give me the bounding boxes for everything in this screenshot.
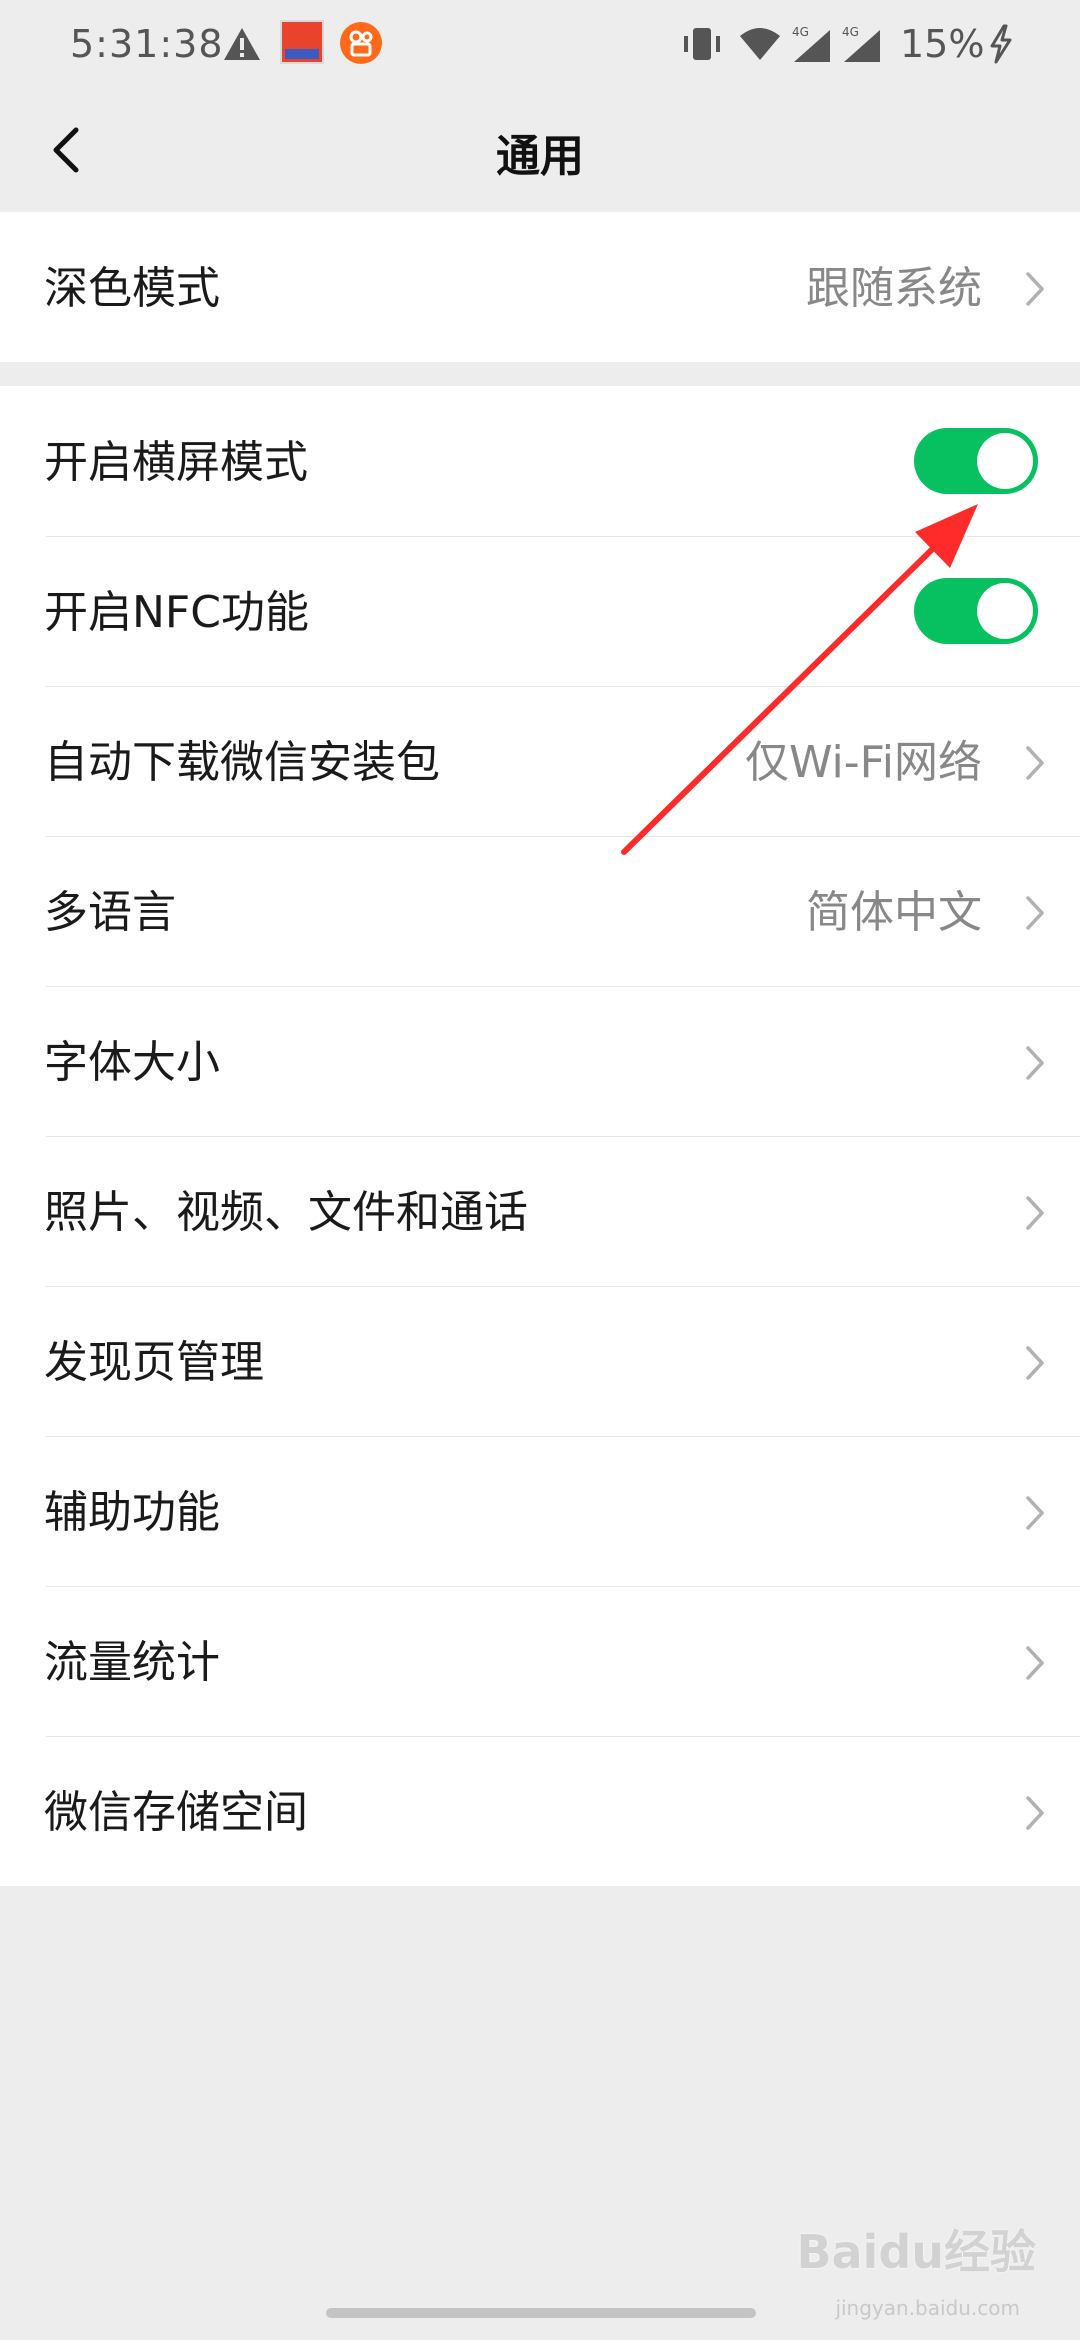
chevron-right-icon <box>1026 272 1044 306</box>
setting-row-accessibility[interactable]: 辅助功能 <box>0 1436 1080 1586</box>
setting-label: 深色模式 <box>44 263 220 314</box>
setting-row-dark-mode[interactable]: 深色模式 跟随系统 <box>0 212 1080 362</box>
settings-group-general: 开启横屏模式 开启NFC功能 自动下载微信安装包 仅Wi-Fi网络 多语言 简体… <box>0 386 1080 1886</box>
nav-bar: 通用 <box>0 92 1080 208</box>
setting-row-nfc: 开启NFC功能 <box>0 536 1080 686</box>
setting-row-storage[interactable]: 微信存储空间 <box>0 1736 1080 1886</box>
setting-row-auto-download[interactable]: 自动下载微信安装包 仅Wi-Fi网络 <box>0 686 1080 836</box>
status-time: 5:31:38 <box>70 22 224 66</box>
chevron-right-icon <box>1026 1196 1044 1230</box>
toggle-knob <box>977 433 1033 489</box>
settings-group-appearance: 深色模式 跟随系统 <box>0 212 1080 362</box>
battery-level: 15% <box>900 22 985 66</box>
setting-row-data-usage[interactable]: 流量统计 <box>0 1586 1080 1736</box>
chevron-right-icon <box>1026 896 1044 930</box>
charging-icon <box>990 24 1012 64</box>
setting-label: 多语言 <box>44 887 176 938</box>
status-bar: 5:31:38 4G 4G 15% <box>0 0 1080 92</box>
chevron-right-icon <box>1026 746 1044 780</box>
setting-label: 辅助功能 <box>44 1487 220 1538</box>
setting-value: 跟随系统 <box>806 263 982 314</box>
landscape-mode-toggle[interactable] <box>914 428 1038 494</box>
setting-label: 微信存储空间 <box>44 1787 308 1838</box>
setting-label: 流量统计 <box>44 1637 220 1688</box>
chevron-right-icon <box>1026 1046 1044 1080</box>
chevron-right-icon <box>1026 1646 1044 1680</box>
setting-label: 开启横屏模式 <box>44 437 308 488</box>
setting-value: 简体中文 <box>806 887 982 938</box>
network-label: 4G <box>842 25 859 39</box>
setting-label: 字体大小 <box>44 1037 220 1088</box>
setting-row-landscape-mode: 开启横屏模式 <box>0 386 1080 536</box>
setting-row-language[interactable]: 多语言 简体中文 <box>0 836 1080 986</box>
setting-row-media-calls[interactable]: 照片、视频、文件和通话 <box>0 1136 1080 1286</box>
network-label: 4G <box>792 25 809 39</box>
kuaishou-icon <box>340 22 382 64</box>
chevron-right-icon <box>1026 1346 1044 1380</box>
signal-icon: 4G <box>792 25 830 62</box>
warning-icon <box>224 28 260 60</box>
watermark-logo: Baidu经验 <box>796 2225 1036 2279</box>
wifi-icon <box>740 28 780 60</box>
home-indicator[interactable] <box>326 2308 756 2318</box>
setting-label: 自动下载微信安装包 <box>44 737 440 788</box>
nfc-toggle[interactable] <box>914 578 1038 644</box>
setting-value: 仅Wi-Fi网络 <box>745 737 982 788</box>
toggle-knob <box>977 583 1033 639</box>
setting-label: 发现页管理 <box>44 1337 264 1388</box>
app-badge-icon <box>280 20 324 64</box>
signal-icon: 4G <box>842 25 880 62</box>
chevron-right-icon <box>1026 1796 1044 1830</box>
setting-row-font-size[interactable]: 字体大小 <box>0 986 1080 1136</box>
watermark-url: jingyan.baidu.com <box>835 2296 1020 2320</box>
page-title: 通用 <box>496 131 584 182</box>
chevron-right-icon <box>1026 1496 1044 1530</box>
setting-label: 开启NFC功能 <box>44 587 309 638</box>
vibrate-icon <box>684 28 720 60</box>
setting-label: 照片、视频、文件和通话 <box>44 1187 528 1238</box>
setting-row-discover-management[interactable]: 发现页管理 <box>0 1286 1080 1436</box>
